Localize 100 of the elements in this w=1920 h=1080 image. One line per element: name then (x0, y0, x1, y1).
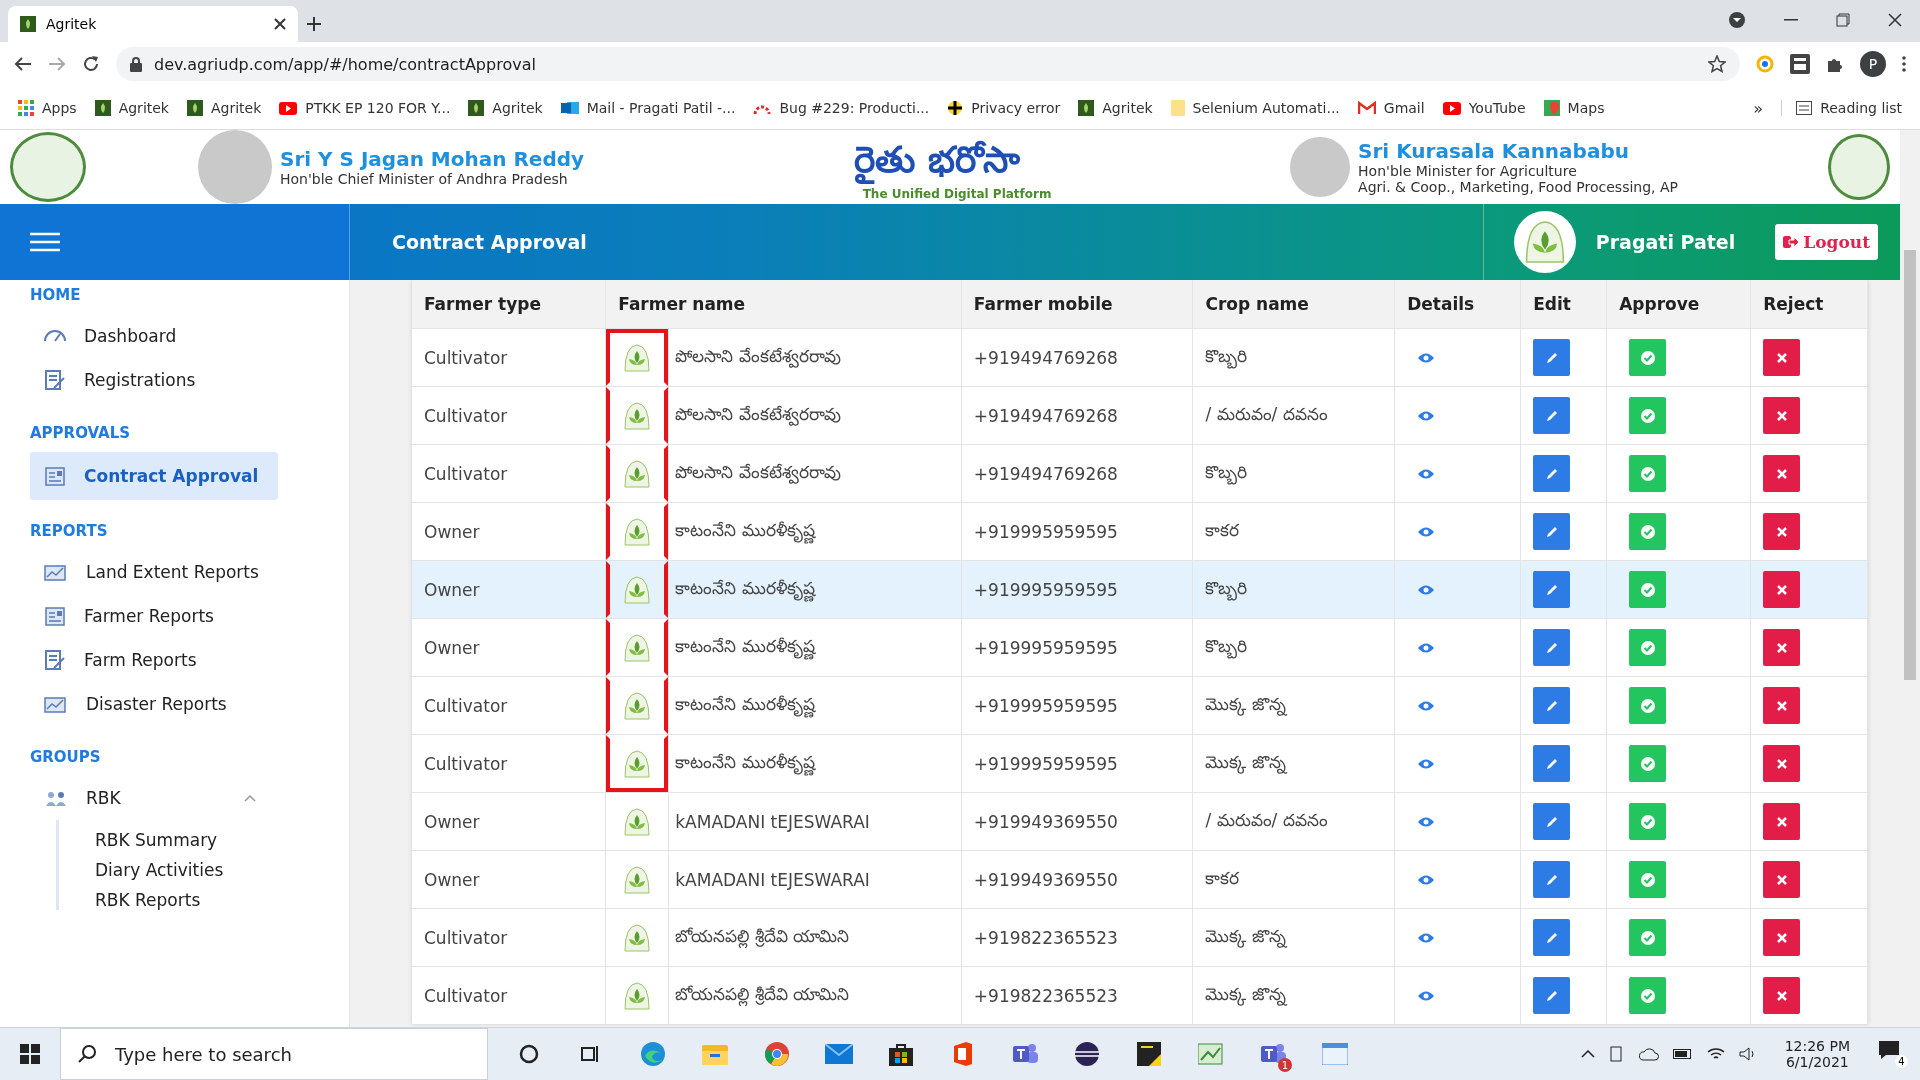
chrome-browser-icon[interactable] (764, 1041, 790, 1067)
browser-wave-icon[interactable] (640, 1041, 666, 1067)
extension-icon[interactable] (1756, 55, 1774, 74)
eclipse-icon[interactable] (1074, 1041, 1100, 1067)
sidebar-item[interactable]: Farmer Reports (30, 594, 278, 638)
bookmark[interactable]: Agritek (187, 100, 262, 117)
edit-button[interactable] (1533, 861, 1571, 898)
edit-button[interactable] (1533, 397, 1571, 434)
device-icon[interactable] (1608, 1046, 1625, 1062)
bookmark[interactable]: Bug #229: Producti... (753, 100, 930, 117)
close-icon[interactable] (274, 17, 286, 30)
chevron-icon[interactable] (1580, 1050, 1595, 1058)
eye-icon[interactable] (1417, 409, 1436, 422)
edit-button[interactable] (1533, 977, 1571, 1014)
approve-button[interactable] (1629, 455, 1667, 492)
notification-button[interactable]: 4 (1878, 1040, 1908, 1068)
circle-icon[interactable] (519, 1044, 539, 1064)
speaker-icon[interactable] (1738, 1047, 1757, 1061)
reject-button[interactable] (1763, 629, 1801, 666)
bookmark[interactable]: Mail - Pragati Patil -... (560, 100, 736, 117)
sidebar-item[interactable]: Contract Approval (30, 452, 278, 500)
eye-icon[interactable] (1417, 699, 1436, 712)
bookmark[interactable]: Privacy error (947, 100, 1061, 117)
reload-icon[interactable] (82, 55, 100, 74)
address-bar[interactable]: dev.agriudp.com/app/#/home/contractApproval (116, 47, 1740, 82)
edit-button[interactable] (1533, 745, 1571, 782)
reject-button[interactable] (1763, 977, 1801, 1014)
approve-button[interactable] (1629, 977, 1667, 1014)
eye-icon[interactable] (1417, 757, 1436, 770)
approve-button[interactable] (1629, 687, 1667, 724)
sidebar-item[interactable]: Farm Reports (30, 638, 278, 682)
envelope-icon[interactable] (825, 1044, 853, 1064)
eye-icon[interactable] (1417, 525, 1436, 538)
approve-button[interactable] (1629, 745, 1667, 782)
browser-tab[interactable]: Agritek (8, 5, 298, 42)
taskbar-search-field[interactable]: Type here to search (60, 1028, 488, 1080)
folder-icon[interactable] (702, 1043, 728, 1065)
menu-icon[interactable] (30, 232, 60, 252)
eye-icon[interactable] (1417, 641, 1436, 654)
sticky-note-icon[interactable] (1137, 1042, 1161, 1066)
eye-icon[interactable] (1417, 873, 1436, 886)
reject-button[interactable] (1763, 861, 1801, 898)
approve-button[interactable] (1629, 629, 1667, 666)
sidebar-subitem[interactable]: Diary Activities (95, 860, 349, 880)
sidebar-subitem[interactable]: RBK Reports (95, 890, 349, 910)
approve-button[interactable] (1629, 861, 1667, 898)
eye-icon[interactable] (1417, 815, 1436, 828)
office-icon[interactable] (952, 1041, 974, 1067)
eye-icon[interactable] (1417, 989, 1436, 1002)
app-window-icon[interactable] (1322, 1043, 1348, 1065)
eye-icon[interactable] (1417, 583, 1436, 596)
sidebar-item[interactable]: RBK (30, 776, 278, 820)
edit-button[interactable] (1533, 339, 1571, 376)
paint-icon[interactable] (1198, 1042, 1224, 1066)
bookmark[interactable]: Maps (1543, 100, 1605, 117)
back-icon[interactable] (14, 56, 32, 73)
bookmark[interactable]: Selenium Automati... (1170, 100, 1340, 117)
reading-list-button[interactable]: Reading list (1781, 100, 1902, 117)
plus-icon[interactable] (306, 15, 322, 32)
minimize-icon[interactable] (1784, 19, 1798, 21)
sidebar-subitem[interactable]: RBK Summary (95, 830, 349, 850)
tab-search-icon[interactable] (1728, 11, 1746, 29)
approve-button[interactable] (1629, 513, 1667, 550)
edit-button[interactable] (1533, 919, 1571, 956)
profile-avatar[interactable]: P (1860, 51, 1886, 78)
clock[interactable]: 12:26 PM 6/1/2021 (1784, 1038, 1850, 1070)
reject-button[interactable] (1763, 803, 1801, 840)
edit-button[interactable] (1533, 687, 1571, 724)
bookmark[interactable]: Agritek (1078, 100, 1153, 117)
reject-button[interactable] (1763, 339, 1801, 376)
logout-button[interactable]: Logout (1775, 224, 1878, 260)
approve-button[interactable] (1629, 397, 1667, 434)
reject-button[interactable] (1763, 919, 1801, 956)
sidebar-item[interactable]: Disaster Reports (30, 682, 278, 726)
reject-button[interactable] (1763, 455, 1801, 492)
edit-button[interactable] (1533, 803, 1571, 840)
approve-button[interactable] (1629, 803, 1667, 840)
bookmark[interactable]: YouTube (1442, 100, 1526, 117)
bookmark[interactable]: PTKK EP 120 FOR Y... (279, 100, 451, 117)
selenium-extension-icon[interactable] (1790, 54, 1810, 75)
star-icon[interactable] (1708, 55, 1726, 74)
windows-logo-icon[interactable] (20, 1044, 40, 1064)
eye-icon[interactable] (1417, 931, 1436, 944)
bookmark[interactable]: Agritek (468, 100, 543, 117)
reject-button[interactable] (1763, 745, 1801, 782)
forward-icon[interactable] (48, 56, 66, 73)
approve-button[interactable] (1629, 919, 1667, 956)
teams-icon[interactable] (1011, 1042, 1039, 1066)
more-bookmarks-button[interactable]: » (1753, 98, 1764, 118)
sidebar-item[interactable]: Dashboard (30, 314, 278, 358)
edit-button[interactable] (1533, 571, 1571, 608)
battery-icon[interactable] (1672, 1048, 1693, 1060)
approve-button[interactable] (1629, 339, 1667, 376)
edit-button[interactable] (1533, 513, 1571, 550)
reject-button[interactable] (1763, 571, 1801, 608)
sidebar-item[interactable]: Land Extent Reports (30, 550, 278, 594)
shopping-bag-icon[interactable] (889, 1042, 913, 1066)
reject-button[interactable] (1763, 687, 1801, 724)
cloud-icon[interactable] (1638, 1047, 1659, 1061)
reject-button[interactable] (1763, 513, 1801, 550)
